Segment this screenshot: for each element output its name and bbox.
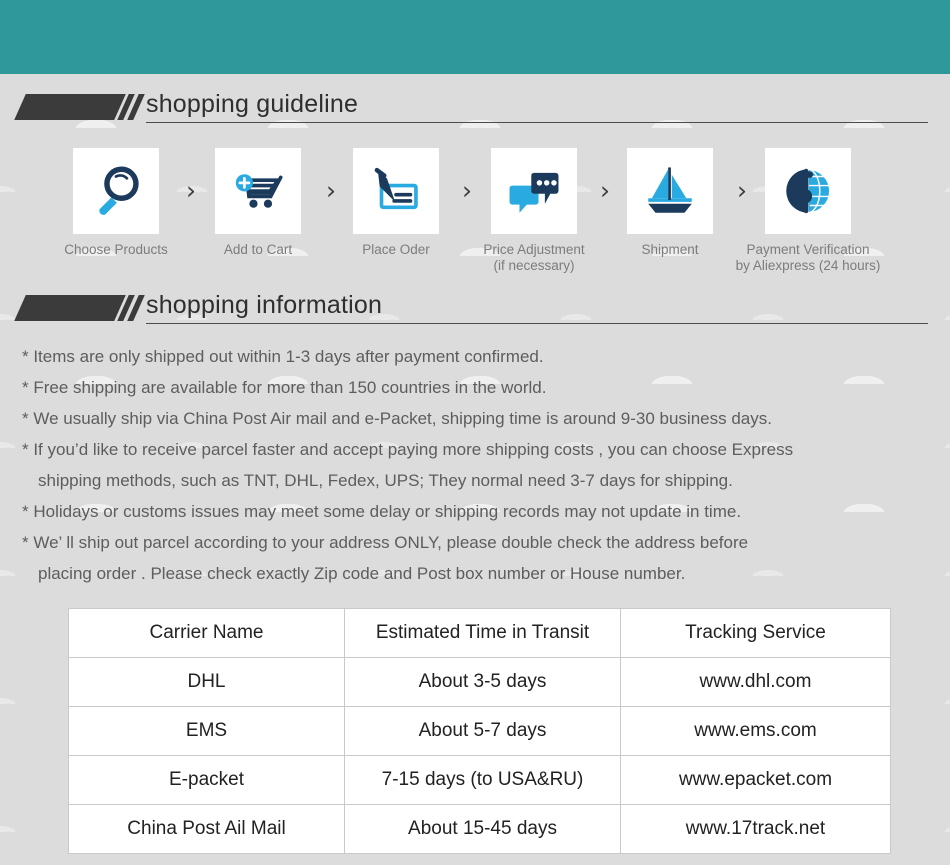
- step-add-to-cart[interactable]: Add to Cart: [215, 148, 301, 257]
- step-caption-line2: by Aliexpress (24 hours): [735, 258, 881, 273]
- pen-check-icon: [374, 167, 418, 210]
- shipping-info-list: * Items are only shipped out within 1-3 …: [22, 341, 932, 589]
- step-shipment[interactable]: Shipment: [627, 148, 713, 257]
- step-choose-products[interactable]: Choose Products: [64, 148, 168, 257]
- table-row: E-packet 7-15 days (to USA&RU) www.epacket…: [68, 755, 891, 805]
- table-cell: DHL: [68, 657, 345, 707]
- step-caption-line2: (if necessary): [493, 258, 575, 273]
- table-row: EMS About 5-7 days www.ems.com: [68, 706, 891, 756]
- shipping-info-line: * We’ ll ship out parcel according to yo…: [22, 533, 749, 552]
- step-arrow-icon: ›: [186, 176, 196, 205]
- shipping-info-line: * Holidays or customs issues may meet so…: [22, 502, 742, 521]
- shopping-steps: Choose Products › Add to Cart › Place Od…: [0, 148, 950, 278]
- section-title-guideline: shopping guideline: [146, 90, 359, 118]
- step-arrow-icon: ›: [462, 176, 472, 205]
- table-row: DHL About 3-5 days www.dhl.com: [68, 657, 891, 707]
- page-root: shopping guideline Choose Products › Add…: [0, 0, 950, 865]
- table-cell[interactable]: www.epacket.com: [620, 755, 891, 805]
- column-header-carrier: Carrier Name: [68, 608, 345, 658]
- table-cell[interactable]: www.dhl.com: [620, 657, 891, 707]
- table-cell: E-packet: [68, 755, 345, 805]
- table-cell: 7-15 days (to USA&RU): [344, 755, 621, 805]
- shipping-info-line: placing order . Please check exactly Zip…: [38, 564, 686, 583]
- step-arrow-icon: ›: [600, 176, 610, 205]
- table-cell: EMS: [68, 706, 345, 756]
- table-cell: China Post Ail Mail: [68, 804, 345, 854]
- dollar-globe-icon: [786, 167, 831, 215]
- section-title-information: shopping information: [146, 291, 383, 319]
- shipping-info-line: * We usually ship via China Post Air mai…: [22, 409, 772, 428]
- step-arrow-icon: ›: [737, 176, 747, 205]
- shipping-info-line: * Free shipping are available for more t…: [22, 378, 547, 397]
- step-caption: Payment Verification by Aliexpress (24 h…: [736, 242, 881, 274]
- sailboat-icon: [648, 167, 692, 213]
- table-cell[interactable]: www.ems.com: [620, 706, 891, 756]
- table-cell[interactable]: www.17track.net: [620, 804, 891, 854]
- step-icon-box: [627, 148, 713, 234]
- step-price-adjustment[interactable]: Price Adjustment (if necessary): [483, 148, 585, 273]
- step-icon-box: [491, 148, 577, 234]
- section-header-information: shopping information: [0, 291, 950, 329]
- carrier-table: Carrier Name Estimated Time in Transit T…: [68, 608, 891, 854]
- header-rule: [146, 323, 928, 324]
- add-to-cart-icon: [235, 174, 283, 208]
- step-caption: Shipment: [641, 242, 699, 257]
- step-caption: Place Oder: [362, 242, 430, 257]
- magnifier-icon: [99, 166, 139, 215]
- section-header-guideline: shopping guideline: [0, 90, 950, 128]
- step-icon-box: [765, 148, 851, 234]
- step-place-order[interactable]: Place Oder: [353, 148, 439, 257]
- table-cell: About 5-7 days: [344, 706, 621, 756]
- chat-bubbles-icon: [509, 172, 559, 213]
- table-header-row: Carrier Name Estimated Time in Transit T…: [68, 608, 891, 658]
- table-cell: About 15-45 days: [344, 804, 621, 854]
- table-row: China Post Ail Mail About 15-45 days www.1…: [68, 804, 891, 854]
- step-arrow-icon: ›: [326, 176, 336, 205]
- column-header-transit: Estimated Time in Transit: [344, 608, 621, 658]
- shipping-info-line: * If you’d like to receive parcel faster…: [22, 440, 794, 459]
- step-caption: Add to Cart: [223, 242, 293, 257]
- step-icon-box: [353, 148, 439, 234]
- step-caption: Price Adjustment (if necessary): [483, 242, 584, 274]
- step-icon-box: [73, 148, 159, 234]
- table-cell: About 3-5 days: [344, 657, 621, 707]
- step-caption: Choose Products: [64, 242, 168, 257]
- header-rule: [146, 122, 928, 123]
- step-icon-box: [215, 148, 301, 234]
- step-caption-line1: Payment Verification: [746, 242, 870, 257]
- top-banner: [0, 0, 950, 74]
- column-header-tracking: Tracking Service: [620, 608, 891, 658]
- shipping-info-line: * Items are only shipped out within 1-3 …: [22, 347, 544, 366]
- step-payment-verification[interactable]: Payment Verification by Aliexpress (24 h…: [736, 148, 880, 273]
- step-caption-line1: Price Adjustment: [483, 242, 585, 257]
- shipping-info-line: shipping methods, such as TNT, DHL, Fede…: [38, 471, 733, 490]
